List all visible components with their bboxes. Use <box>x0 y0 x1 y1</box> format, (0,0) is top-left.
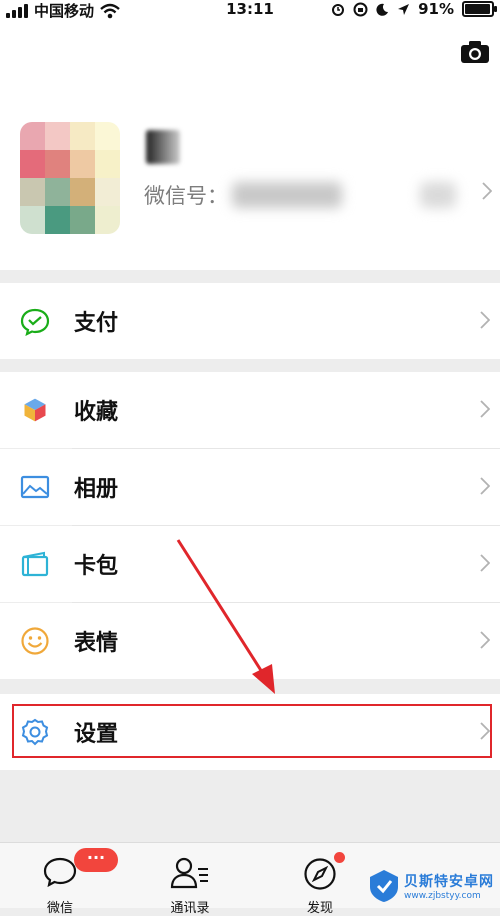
menu-label-stickers: 表情 <box>74 631 119 656</box>
menu-label-album: 相册 <box>74 477 119 502</box>
stickers-icon <box>21 627 49 655</box>
watermark-url: www.zjbstyy.com <box>404 891 481 901</box>
status-bar: 中国移动 13:11 91% <box>0 0 500 22</box>
menu-label-cards: 卡包 <box>74 554 119 579</box>
watermark-logo-icon <box>370 870 398 902</box>
alarm-icon <box>332 4 345 16</box>
menu-item-album[interactable]: 相册 <box>0 449 500 525</box>
chevron-right-icon <box>480 554 490 572</box>
tab-discover[interactable]: 发现 <box>290 857 350 916</box>
favorites-icon <box>23 397 47 423</box>
menu-item-cards[interactable]: 卡包 <box>0 526 500 602</box>
chevron-right-icon[interactable] <box>482 182 492 200</box>
menu-label-favorites: 收藏 <box>74 400 119 425</box>
battery-icon <box>462 1 497 17</box>
compass-icon <box>304 858 336 890</box>
chevron-right-icon <box>480 631 490 649</box>
tab-contacts[interactable]: 通讯录 <box>160 857 220 916</box>
pay-icon <box>20 308 50 336</box>
menu-label-pay: 支付 <box>74 311 119 336</box>
nickname-redacted <box>146 130 180 164</box>
rotation-lock-icon <box>353 2 368 16</box>
cards-icon <box>21 551 49 577</box>
menu-item-pay[interactable]: 支付 <box>0 283 500 359</box>
chats-unread-badge: ··· <box>74 848 118 872</box>
location-icon <box>398 3 410 15</box>
avatar[interactable] <box>20 122 120 234</box>
discover-new-dot <box>334 852 345 863</box>
moon-icon <box>376 3 389 16</box>
profile-header[interactable]: 微信号： <box>0 22 500 270</box>
menu-item-stickers[interactable]: 表情 <box>0 603 500 679</box>
watermark-name: 贝斯特安卓网 <box>404 874 494 890</box>
battery-percent: 91% <box>418 0 454 18</box>
chat-bubble-icon <box>43 857 77 887</box>
wechat-id-redacted <box>232 182 342 208</box>
chevron-right-icon <box>480 400 490 418</box>
watermark: 贝斯特安卓网 www.zjbstyy.com <box>368 866 498 906</box>
menu-item-favorites[interactable]: 收藏 <box>0 372 500 448</box>
chevron-right-icon <box>480 311 490 329</box>
album-icon <box>20 475 50 499</box>
status-right: 91% <box>331 0 497 18</box>
settings-highlight-box <box>12 704 492 758</box>
wechat-id-label: 微信号： <box>144 184 228 208</box>
battery-fill <box>465 4 491 14</box>
chevron-right-icon <box>480 477 490 495</box>
camera-icon[interactable] <box>460 40 490 64</box>
contacts-icon <box>170 857 208 889</box>
qr-code-redacted[interactable] <box>420 182 456 208</box>
